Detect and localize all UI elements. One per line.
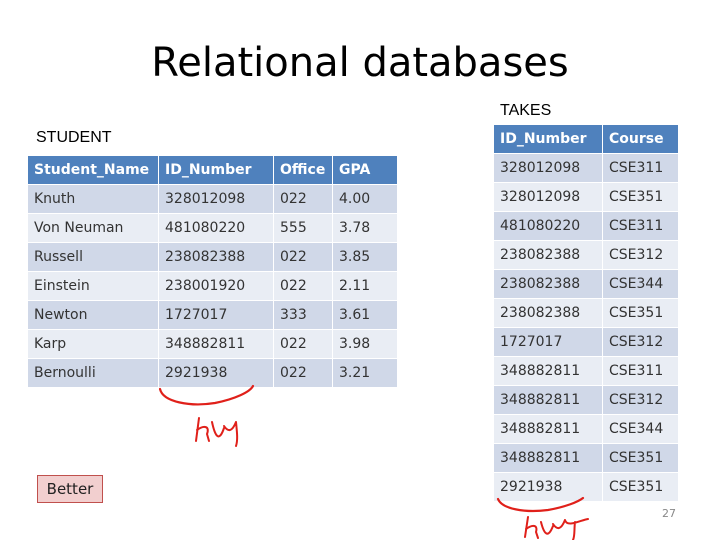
handwritten-key-student [195, 417, 239, 447]
table-cell: 022 [273, 242, 333, 272]
table-cell: CSE351 [602, 443, 679, 473]
column-header: Office [273, 155, 333, 185]
student-row: Bernoulli 2921938 022 3.21 [27, 358, 398, 388]
column-header: Course [602, 124, 679, 154]
table-cell: 348882811 [493, 414, 603, 444]
takes-row: 1727017 CSE312 [493, 327, 679, 357]
student-header-row: Student_Name ID_Number Office GPA [27, 155, 398, 185]
column-header: Student_Name [27, 155, 159, 185]
table-cell: 3.21 [332, 358, 398, 388]
takes-row: 481080220 CSE311 [493, 211, 679, 241]
table-cell: Einstein [27, 271, 159, 301]
table-cell: 3.61 [332, 300, 398, 330]
table-cell: 348882811 [493, 385, 603, 415]
column-header: ID_Number [158, 155, 274, 185]
table-cell: 481080220 [158, 213, 274, 243]
table-cell: 022 [273, 358, 333, 388]
table-cell: CSE311 [602, 211, 679, 241]
table-cell: Bernoulli [27, 358, 159, 388]
table-cell: CSE312 [602, 327, 679, 357]
table-cell: CSE351 [602, 298, 679, 328]
table-cell: 1727017 [158, 300, 274, 330]
column-header: ID_Number [493, 124, 603, 154]
takes-row: 238082388 CSE344 [493, 269, 679, 299]
takes-header-row: ID_Number Course [493, 124, 679, 154]
table-cell: 481080220 [493, 211, 603, 241]
table-cell: CSE312 [602, 385, 679, 415]
table-cell: 238082388 [493, 240, 603, 270]
student-row: Karp 348882811 022 3.98 [27, 329, 398, 359]
student-row: Knuth 328012098 022 4.00 [27, 184, 398, 214]
table-cell: 238082388 [493, 269, 603, 299]
handwritten-key-takes [524, 516, 589, 540]
table-cell: 022 [273, 271, 333, 301]
takes-caption: TAKES [500, 102, 552, 119]
table-cell: 328012098 [493, 153, 603, 183]
table-cell: Von Neuman [27, 213, 159, 243]
table-cell: 2921938 [493, 472, 603, 502]
takes-row: 238082388 CSE312 [493, 240, 679, 270]
takes-row: 348882811 CSE312 [493, 385, 679, 415]
table-cell: 022 [273, 329, 333, 359]
table-cell: CSE311 [602, 153, 679, 183]
table-cell: 3.78 [332, 213, 398, 243]
student-row: Einstein 238001920 022 2.11 [27, 271, 398, 301]
table-cell: 3.98 [332, 329, 398, 359]
table-cell: 2921938 [158, 358, 274, 388]
table-cell: 348882811 [493, 443, 603, 473]
table-cell: 238082388 [158, 242, 274, 272]
key-underline-student [158, 384, 255, 406]
student-table: Student_Name ID_Number Office GPA Knuth 3… [27, 155, 398, 388]
table-cell: 1727017 [493, 327, 603, 357]
takes-row: 328012098 CSE311 [493, 153, 679, 183]
table-cell: CSE311 [602, 356, 679, 386]
student-caption: STUDENT [36, 129, 112, 146]
takes-table: ID_Number Course 328012098 CSE311 32801209… [493, 124, 679, 502]
table-cell: 238082388 [493, 298, 603, 328]
student-row: Von Neuman 481080220 555 3.78 [27, 213, 398, 243]
column-header: GPA [332, 155, 398, 185]
table-cell: Newton [27, 300, 159, 330]
takes-row: 2921938 CSE351 [493, 472, 679, 502]
table-cell: 328012098 [158, 184, 274, 214]
table-cell: 2.11 [332, 271, 398, 301]
table-cell: 348882811 [158, 329, 274, 359]
page-number: 27 [662, 507, 676, 520]
table-cell: Knuth [27, 184, 159, 214]
better-button[interactable]: Better [37, 475, 103, 503]
student-row: Russell 238082388 022 3.85 [27, 242, 398, 272]
takes-row: 348882811 CSE351 [493, 443, 679, 473]
table-cell: CSE351 [602, 472, 679, 502]
table-cell: 333 [273, 300, 333, 330]
table-cell: Karp [27, 329, 159, 359]
table-cell: 348882811 [493, 356, 603, 386]
table-cell: CSE312 [602, 240, 679, 270]
slide-title: Relational databases [151, 40, 569, 86]
table-cell: Russell [27, 242, 159, 272]
table-cell: CSE344 [602, 414, 679, 444]
table-cell: 238001920 [158, 271, 274, 301]
takes-row: 328012098 CSE351 [493, 182, 679, 212]
table-cell: 328012098 [493, 182, 603, 212]
takes-row: 348882811 CSE311 [493, 356, 679, 386]
student-row: Newton 1727017 333 3.61 [27, 300, 398, 330]
table-cell: 4.00 [332, 184, 398, 214]
takes-row: 348882811 CSE344 [493, 414, 679, 444]
table-cell: 3.85 [332, 242, 398, 272]
table-cell: CSE351 [602, 182, 679, 212]
table-cell: CSE344 [602, 269, 679, 299]
takes-row: 238082388 CSE351 [493, 298, 679, 328]
table-cell: 022 [273, 184, 333, 214]
table-cell: 555 [273, 213, 333, 243]
